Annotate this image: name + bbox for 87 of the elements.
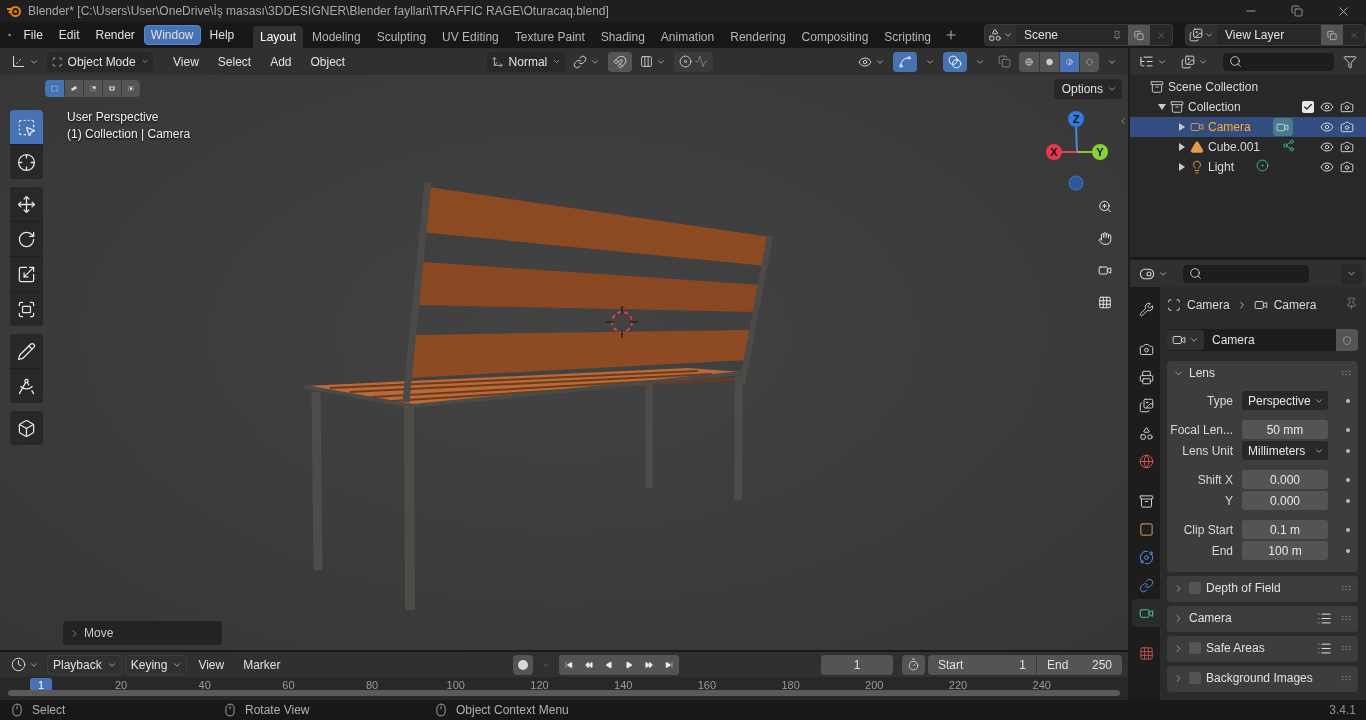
outliner-row[interactable]: Scene Collection [1130,77,1366,97]
menu-dropdown[interactable]: Keying [124,654,188,675]
breadcrumb-item: Camera [1187,298,1230,312]
field-label: End [1210,543,1233,558]
menu-item[interactable]: View [165,51,207,72]
number-field[interactable]: 50 mm [1242,420,1328,439]
panel-title: Safe Areas [1206,641,1265,655]
frame-tick-label: 20 [114,679,128,691]
breadcrumb-item: Camera [1273,298,1317,312]
3d-viewport[interactable]: User Perspective (1) Collection | Camera Options Z X Y Move [0,75,1128,650]
menu-item[interactable]: Add [262,51,300,72]
frame-tick-label: 60 [282,679,295,691]
outliner-row[interactable]: Light [1130,157,1366,177]
outliner-row[interactable]: Camera [1130,117,1366,137]
frame-tick-label: 80 [365,679,379,691]
number-field[interactable]: 100 m [1242,541,1328,560]
view-layer-field[interactable]: View Layer [1217,28,1321,42]
workspace-tab[interactable]: Compositing [794,26,876,48]
field-label: Clip Start [1182,522,1233,537]
frame-tick-label: 180 [781,679,800,691]
viewport-info-text: (1) Collection | Camera [67,127,191,141]
field-label: Y [1224,493,1233,508]
panel-header[interactable]: Depth of Field [1167,576,1358,600]
menu-item[interactable]: Marker [235,654,289,675]
dropdown-field[interactable]: Millimeters [1242,441,1328,460]
frame-tick-label: 140 [614,679,633,691]
panel-header[interactable]: Lens [1167,361,1358,385]
field-label: Focal Len... [1169,422,1233,437]
viewport-info-text: User Perspective [67,110,160,124]
workspace-tab[interactable]: Animation [653,26,722,48]
menu-dropdown[interactable]: Playback [47,654,122,675]
axis-handle[interactable]: X [1046,144,1062,160]
version-label: 3.4.1 [1329,703,1356,717]
status-hint: Select [32,703,66,717]
field-label: Lens Unit [1181,443,1233,458]
current-frame-field[interactable]: 1 [821,654,893,675]
number-field[interactable]: 0.000 [1242,470,1328,489]
menu-item[interactable]: Edit [51,25,87,45]
scene-field[interactable]: Scene [1016,28,1106,42]
end-frame-field[interactable]: End 250 [1036,654,1122,675]
menu-item[interactable]: Object [302,51,354,72]
workspace-tab[interactable]: UV Editing [435,26,506,48]
panel-header[interactable]: Background Images [1167,666,1358,690]
frame-tick-label: 220 [948,679,968,691]
timeline-ruler[interactable]: 1 20 40 60 80 100 120 140 160 180 200 220 240 [0,677,1128,700]
frame-tick-label: 40 [198,679,211,691]
dropdown-field[interactable]: Perspective [1242,391,1328,410]
workspace-tab[interactable]: Shading [593,26,652,48]
field-label: Shift X [1196,472,1233,487]
frame-tick-label: 200 [865,679,884,691]
panel-title: Background Images [1206,671,1313,685]
menu-item[interactable]: Render [88,25,142,45]
number-field[interactable]: 0.1 m [1242,520,1328,539]
workspace-tab[interactable]: Scripting [877,26,938,48]
menu-item[interactable]: Window [143,25,201,45]
orientation-dropdown[interactable]: Normal [487,51,566,72]
workspace-tab[interactable]: Texture Paint [507,26,592,48]
field-label: Type [1206,393,1233,408]
status-hint: Rotate View [245,703,310,717]
outliner-row[interactable]: Cube.001 [1130,137,1366,157]
mode-dropdown[interactable]: Object Mode [47,51,153,72]
status-hint: Object Context Menu [456,703,569,717]
menu-item[interactable]: File [16,25,50,45]
panel-title: Depth of Field [1206,581,1281,595]
window-title: Blender* [C:\Users\User\OneDrive\İş masası\3DDESIGNER\Blender fayllari\TRAFFIC RAGE\Oturacaq.blend] [28,4,609,18]
menu-item[interactable]: Select [209,51,260,72]
menu-item[interactable]: View [190,654,233,675]
axis-handle[interactable]: Z [1068,111,1084,127]
workspace-tab[interactable]: Layout [252,26,303,48]
workspace-tab[interactable]: Modeling [305,26,368,48]
frame-tick-label: 240 [1032,679,1051,691]
frame-tick-label: 120 [530,679,549,691]
outliner-row[interactable]: Collection [1130,97,1366,117]
panel-header[interactable]: Camera [1167,606,1358,630]
frame-tick-label: 160 [697,679,717,691]
panel-title: Camera [1189,611,1232,625]
workspace-tab[interactable]: Rendering [723,26,793,48]
panel-header[interactable]: Safe Areas [1167,636,1358,660]
axis-handle[interactable]: Y [1092,144,1108,160]
panel-title: Lens [1189,366,1216,380]
start-frame-field[interactable]: Start 1 [928,654,1036,675]
frame-tick-label: 100 [446,679,465,691]
options-dropdown[interactable]: Options [1053,79,1122,99]
menu-item[interactable]: Help [202,25,242,45]
last-operator-panel[interactable]: Move [63,621,222,645]
workspace-tab[interactable]: Sculpting [369,26,434,48]
number-field[interactable]: 0.000 [1242,491,1328,510]
